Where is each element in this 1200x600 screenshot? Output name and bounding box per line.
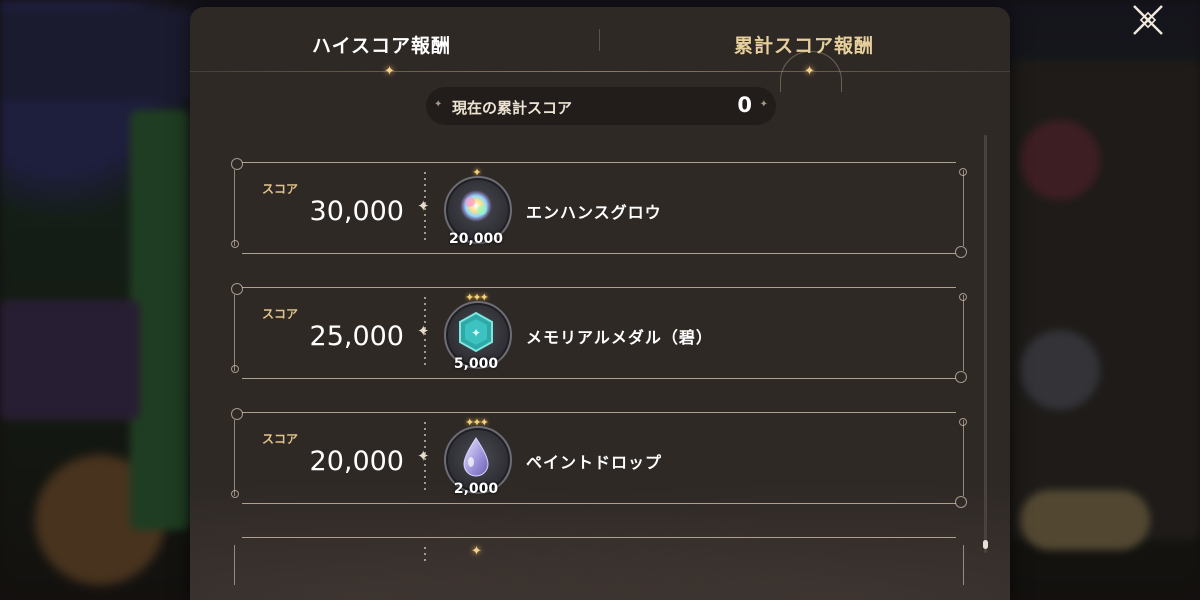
item-name: メモリアルメダル（碧） <box>526 328 713 347</box>
tab-underline <box>190 71 1010 72</box>
item-name: ペイントドロップ <box>526 453 663 472</box>
divider-star-icon: ✦ <box>417 447 430 465</box>
sparkle-icon: ✦ <box>384 64 395 79</box>
reward-row[interactable]: スコア 25,000 ✦ ✦✦✦ ✦ 5,000 メモリアルメダル（碧） <box>231 283 967 383</box>
close-button[interactable] <box>1124 0 1172 40</box>
item-quantity: 5,000 <box>453 356 499 372</box>
reward-row[interactable]: スコア 20,000 ✦ ✦✦✦ 2,000 ペイントドロップ <box>231 408 967 508</box>
tab-divider <box>599 29 600 51</box>
total-score-display: ✦ 現在の累計スコア 0 ✦ <box>426 87 776 125</box>
score-threshold: 25,000 <box>309 321 404 352</box>
divider-star-icon: ✦ <box>417 322 430 340</box>
reward-panel: ハイスコア報酬 累計スコア報酬 ✦ ✦ ✦ 現在の累計スコア 0 ✦ スコア 3… <box>190 7 1010 600</box>
score-label: スコア <box>262 307 299 321</box>
scrollbar-thumb[interactable] <box>983 540 988 549</box>
score-threshold: 20,000 <box>309 446 404 477</box>
total-score-label: 現在の累計スコア <box>452 99 573 117</box>
svg-text:✦: ✦ <box>471 326 481 340</box>
item-quantity: 20,000 <box>448 231 504 247</box>
total-score-value: 0 <box>737 93 752 117</box>
tab-bar: ハイスコア報酬 累計スコア報酬 ✦ ✦ <box>190 7 1010 92</box>
divider-star-icon: ✦ <box>417 197 430 215</box>
reward-row[interactable]: ✦ <box>234 537 964 600</box>
diamond-icon: ✦ <box>434 99 443 110</box>
score-threshold: 30,000 <box>309 196 404 227</box>
scrollbar-track[interactable] <box>984 135 987 553</box>
tab-high-score[interactable]: ハイスコア報酬 <box>312 31 451 58</box>
sparkle-icon: ✦ <box>804 64 815 79</box>
reward-row[interactable]: スコア 30,000 ✦ ✦ 20,000 エンハンスグロウ <box>231 158 967 258</box>
sparkle-icon: ✦ <box>471 544 482 559</box>
score-label: スコア <box>262 182 299 196</box>
score-label: スコア <box>262 432 299 446</box>
dotted-divider <box>424 547 426 561</box>
close-icon <box>1133 5 1163 35</box>
diamond-icon: ✦ <box>759 99 768 110</box>
item-name: エンハンスグロウ <box>526 203 662 222</box>
item-quantity: 2,000 <box>453 481 499 497</box>
